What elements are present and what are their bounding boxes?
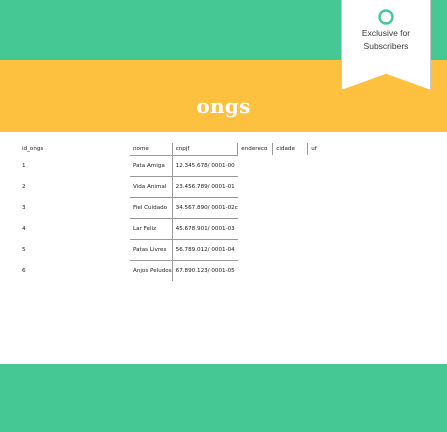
cell-cnpj: 23.456.789/ 0001-01 (171, 175, 238, 197)
cell-cidade (273, 155, 308, 176)
cell-endereco (238, 218, 273, 239)
table-row: 6 Anjos Peludos 67.890.123/ 0001-05 (22, 259, 340, 281)
cell-cnpj: 56.789.012/ 0001-04 (171, 238, 238, 260)
cell-uf (308, 218, 320, 239)
cell-nome: Anjos Peludos (130, 259, 173, 281)
cell-nome: Patas Livres (130, 238, 173, 260)
cell-endereco (238, 239, 273, 260)
badge-line-2: Subscribers (363, 41, 409, 51)
cell-id: 2 (22, 183, 26, 190)
cell-nome: Pata Amiga (130, 154, 173, 176)
cell-cnpj: 12.345.678/ 0001-00 (171, 154, 238, 176)
cell-uf (308, 197, 320, 218)
column-header-cnpj: cnpjf (171, 143, 238, 155)
column-header-endereco: endereco (237, 143, 273, 155)
cell-uf (308, 260, 320, 281)
cell-cidade (273, 176, 308, 197)
cell-id: 6 (22, 267, 26, 274)
cell-id: 4 (22, 225, 26, 232)
cell-id: 3 (22, 204, 26, 211)
cell-endereco (238, 176, 273, 197)
cell-nome: Fiel Cuidado (130, 196, 173, 218)
table-row: 4 Lar Feliz 45.678.901/ 0001-03 (22, 217, 340, 239)
cell-cnpj: 34.567.890/ 0001-02c (171, 196, 238, 218)
cell-cidade (273, 218, 308, 239)
cell-cidade (273, 197, 308, 218)
circle-icon (378, 9, 394, 25)
cell-cnpj: 67.890.123/ 0001-05 (171, 259, 238, 281)
cell-cidade (273, 239, 308, 260)
cell-uf (308, 239, 320, 260)
table-row: 1 Pata Amiga 12.345.678/ 0001-00 (22, 154, 340, 176)
cell-id: 1 (22, 162, 26, 169)
column-header-id: id_ongs (22, 146, 44, 152)
cell-nome: Lar Feliz (130, 217, 173, 239)
table-row: 3 Fiel Cuidado 34.567.890/ 0001-02c (22, 196, 340, 218)
column-spacer (320, 143, 340, 155)
table-row: 2 Vida Animal 23.456.789/ 0001-01 (22, 175, 340, 197)
table-row: 5 Patas Livres 56.789.012/ 0001-04 (22, 238, 340, 260)
cell-cnpj: 45.678.901/ 0001-03 (171, 217, 238, 239)
column-header-uf: uf (307, 143, 320, 155)
badge-line-1: Exclusive for (361, 28, 411, 38)
cell-uf (308, 176, 320, 197)
cell-endereco (238, 197, 273, 218)
cell-endereco (238, 260, 273, 281)
cell-endereco (238, 155, 273, 176)
column-header-cidade: cidade (272, 143, 308, 155)
cell-id: 5 (22, 246, 26, 253)
ongs-table: id_ongs nome cnpjf endereco cidade uf 1 … (22, 143, 340, 281)
page-title: ongs (196, 94, 251, 118)
cell-uf (308, 155, 320, 176)
cell-nome: Vida Animal (130, 175, 173, 197)
table-header-row: id_ongs nome cnpjf endereco cidade uf (22, 143, 340, 155)
cell-cidade (273, 260, 308, 281)
column-header-nome: nome (133, 145, 149, 152)
footer-green-band (0, 364, 447, 432)
